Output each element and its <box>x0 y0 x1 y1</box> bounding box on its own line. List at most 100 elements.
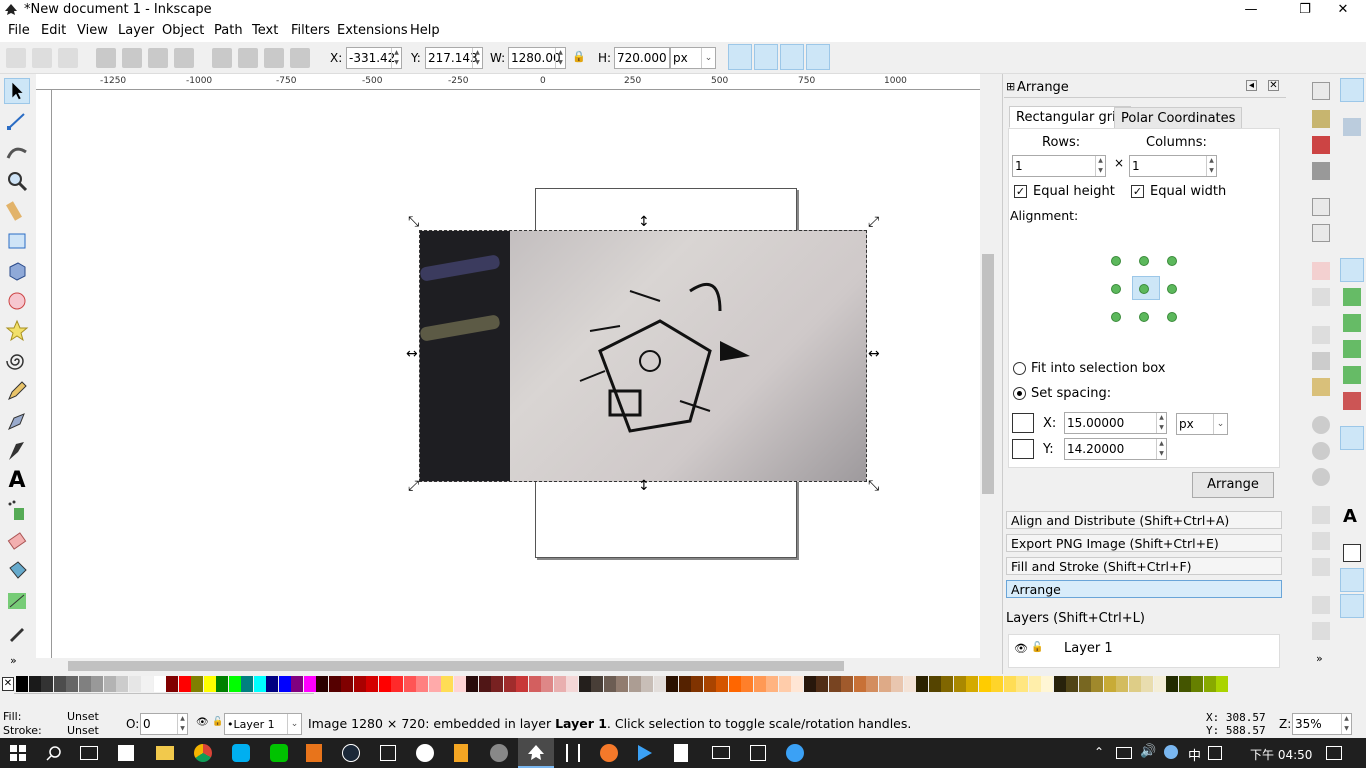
copy-icon[interactable] <box>1312 326 1330 344</box>
color-swatch[interactable] <box>66 676 78 692</box>
columns-field[interactable]: 1 ▲ ▼ <box>1129 155 1217 177</box>
snap-intersections-icon[interactable] <box>1343 314 1361 332</box>
color-swatch[interactable] <box>378 676 391 692</box>
calendar-icon[interactable] <box>750 745 766 761</box>
color-swatch[interactable] <box>941 676 953 692</box>
color-swatch[interactable] <box>703 676 716 692</box>
color-swatch[interactable] <box>341 676 353 692</box>
tab-rectangular-grid[interactable]: Rectangular grid <box>1009 106 1131 128</box>
color-swatch[interactable] <box>178 676 191 692</box>
color-swatch[interactable] <box>478 676 491 692</box>
color-swatch[interactable] <box>16 676 28 692</box>
color-swatch[interactable] <box>28 676 41 692</box>
color-swatch[interactable] <box>653 676 666 692</box>
color-swatch[interactable] <box>1103 676 1116 692</box>
x-field[interactable]: -331.42 ▲ ▼ <box>346 47 402 69</box>
stroke-value[interactable]: Unset <box>67 724 99 737</box>
color-swatch[interactable] <box>403 676 416 692</box>
layer-unlock-icon[interactable]: 🔓 <box>212 717 223 727</box>
set-spacing-radio[interactable] <box>1013 387 1026 400</box>
export-icon[interactable] <box>1312 224 1330 242</box>
app-icon[interactable] <box>490 744 508 762</box>
node-tool-icon[interactable] <box>4 108 30 134</box>
undo-icon[interactable] <box>1312 262 1330 280</box>
color-swatch[interactable] <box>1178 676 1191 692</box>
deselect-icon[interactable] <box>58 48 78 68</box>
snap-paths-icon[interactable] <box>1343 288 1361 306</box>
panel-iconify-icon[interactable]: ◂ <box>1246 80 1257 91</box>
color-swatch[interactable] <box>1003 676 1016 692</box>
flip-vertical-icon[interactable] <box>174 48 194 68</box>
windows-start-icon[interactable] <box>10 745 26 761</box>
equal-width-checkbox[interactable]: ✓ <box>1131 185 1144 198</box>
snap-grids-icon[interactable] <box>1340 568 1364 592</box>
unit-select[interactable]: px ⌄ <box>670 47 716 69</box>
steam-icon[interactable] <box>342 744 360 762</box>
color-swatch[interactable] <box>1016 676 1028 692</box>
color-swatch[interactable] <box>503 676 516 692</box>
embedded-image[interactable] <box>419 230 867 482</box>
scale-corners-toggle[interactable] <box>754 44 778 70</box>
duplicate-icon[interactable] <box>1312 506 1330 524</box>
color-swatch[interactable] <box>1166 676 1178 692</box>
snap-nodes-icon[interactable] <box>1340 258 1364 282</box>
dropper-tool-icon[interactable] <box>4 618 30 644</box>
show-hidden-icons-icon[interactable]: ⌃ <box>1094 745 1104 759</box>
task-view-icon[interactable] <box>80 746 98 760</box>
color-swatch[interactable] <box>916 676 928 692</box>
scale-handle-sw-icon[interactable]: ⤢ <box>408 478 419 494</box>
spacing-x-field[interactable]: 15.00000 ▲ ▼ <box>1064 412 1167 434</box>
menu-view[interactable]: View <box>77 23 108 38</box>
arrange-button[interactable]: Arrange <box>1192 472 1274 498</box>
scale-stroke-toggle[interactable] <box>728 44 752 70</box>
scale-handle-e-icon[interactable]: ↔ <box>868 346 880 362</box>
color-swatch[interactable] <box>1141 676 1153 692</box>
select-all-layers-icon[interactable] <box>32 48 52 68</box>
color-swatch[interactable] <box>903 676 916 692</box>
color-swatch[interactable] <box>53 676 66 692</box>
zoom-drawing-icon[interactable] <box>1312 442 1330 460</box>
y-field[interactable]: 217.143 ▲ ▼ <box>425 47 483 69</box>
panel-arrange[interactable]: Arrange <box>1006 580 1282 598</box>
rotate-cw-icon[interactable] <box>122 48 142 68</box>
color-swatch[interactable] <box>1153 676 1166 692</box>
color-swatch[interactable] <box>328 676 341 692</box>
text-tool-icon[interactable]: A <box>4 468 30 494</box>
color-swatch[interactable] <box>1053 676 1066 692</box>
spray-tool-icon[interactable] <box>4 498 30 524</box>
w-field[interactable]: 1280.00 ▲ ▼ <box>508 47 566 69</box>
spacing-y-field[interactable]: 14.20000 ▲ ▼ <box>1064 438 1167 460</box>
raise-to-top-icon[interactable] <box>212 48 232 68</box>
move-gradients-toggle[interactable] <box>780 44 804 70</box>
color-swatch[interactable] <box>853 676 866 692</box>
skype-icon[interactable] <box>232 744 250 762</box>
color-swatch[interactable] <box>678 676 691 692</box>
color-swatch[interactable] <box>716 676 728 692</box>
snap-others-icon[interactable] <box>1340 426 1364 450</box>
paste-icon[interactable] <box>1312 378 1330 396</box>
menu-text[interactable]: Text <box>252 23 278 38</box>
align-bottom-right[interactable] <box>1167 312 1177 322</box>
align-top-right[interactable] <box>1167 256 1177 266</box>
color-swatch[interactable] <box>116 676 128 692</box>
color-swatch[interactable] <box>741 676 753 692</box>
onedrive-icon[interactable] <box>1164 745 1178 759</box>
snap-bbox-icon[interactable] <box>1343 118 1361 136</box>
tab-polar-coordinates[interactable]: Polar Coordinates <box>1114 107 1243 129</box>
color-swatch[interactable] <box>641 676 653 692</box>
color-swatch[interactable] <box>153 676 166 692</box>
color-swatch[interactable] <box>266 676 278 692</box>
line-icon[interactable] <box>270 744 288 762</box>
color-swatch[interactable] <box>666 676 678 692</box>
panel-export-png[interactable]: Export PNG Image (Shift+Ctrl+E) <box>1006 534 1282 552</box>
menu-extensions[interactable]: Extensions <box>337 23 408 38</box>
color-swatch[interactable] <box>766 676 778 692</box>
pen-tool-icon[interactable] <box>4 408 30 434</box>
color-swatch[interactable] <box>128 676 141 692</box>
zoom-selection-icon[interactable] <box>1312 416 1330 434</box>
color-swatch[interactable] <box>278 676 291 692</box>
color-swatch[interactable] <box>828 676 841 692</box>
color-swatch[interactable] <box>191 676 203 692</box>
color-swatch[interactable] <box>141 676 153 692</box>
color-swatch[interactable] <box>316 676 328 692</box>
